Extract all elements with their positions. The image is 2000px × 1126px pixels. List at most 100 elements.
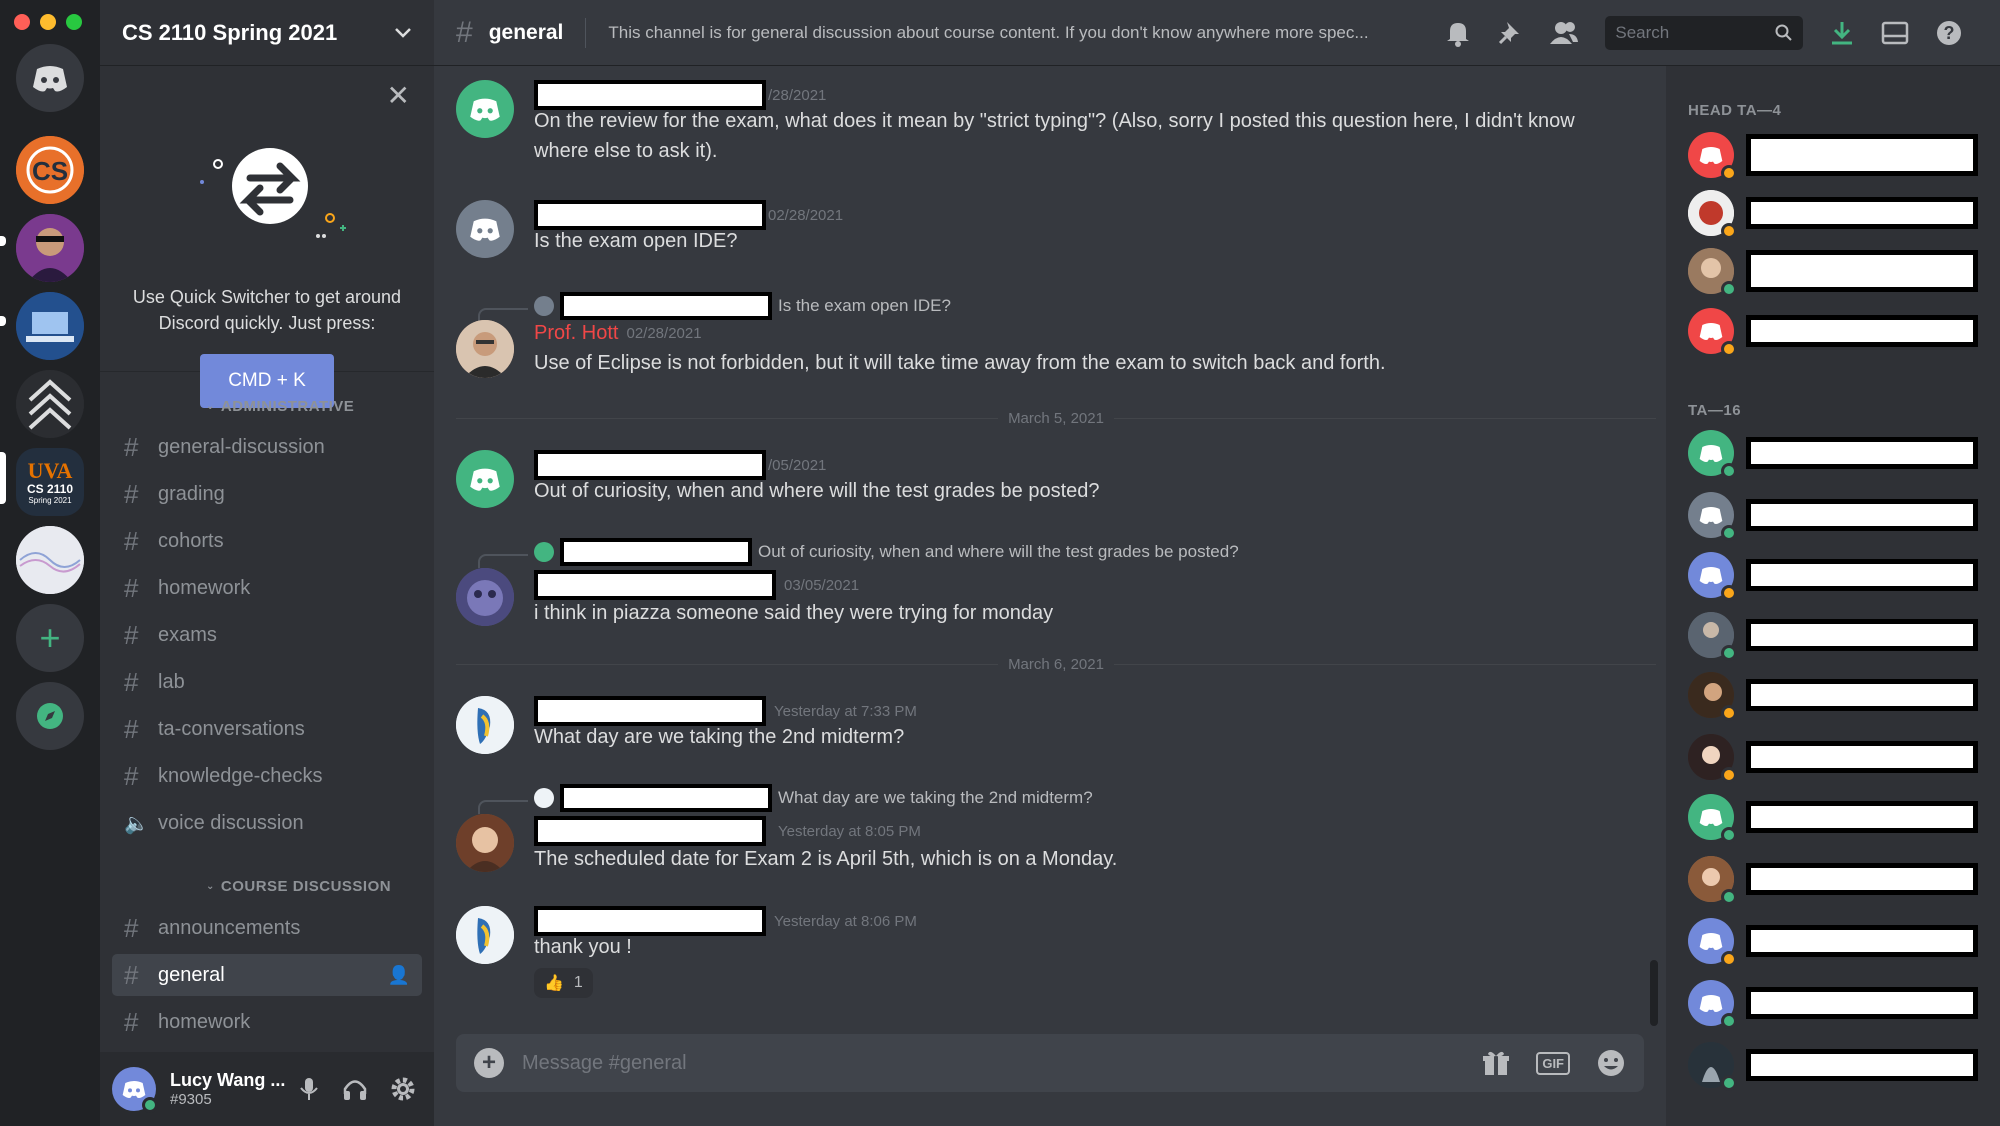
author-avatar[interactable] [456,450,514,508]
close-icon[interactable]: ✕ [387,82,410,110]
idle-status-dot [1721,223,1737,239]
emoji-icon[interactable] [1596,1048,1626,1078]
server-icon-laptop[interactable] [16,292,84,360]
reply-preview[interactable]: Out of curiosity, when and where will th… [534,538,1239,566]
channel-topic[interactable]: This channel is for general discussion a… [608,23,1423,43]
search-input[interactable]: Search [1605,15,1804,50]
redacted-member-name [1746,863,1978,895]
server-icon-uva[interactable]: UVA CS 2110 Spring 2021 [16,448,84,516]
explore-servers-button[interactable] [16,682,84,750]
gear-icon[interactable] [390,1076,416,1102]
message-composer: + GIF [456,1034,1644,1092]
close-window-button[interactable] [14,14,30,30]
message-timestamp: Yesterday at 8:05 PM [778,822,921,840]
minimize-window-button[interactable] [40,14,56,30]
server-header[interactable]: CS 2110 Spring 2021 [100,0,434,66]
member-avatar [1688,552,1737,601]
category-course-discussion[interactable]: ⌄ COURSE DISCUSSION [206,878,391,895]
member-item[interactable] [1688,246,1988,297]
member-item[interactable] [1688,490,1988,541]
author-avatar[interactable] [456,80,514,138]
member-item[interactable] [1688,130,1988,181]
add-server-button[interactable]: + [16,604,84,672]
author-avatar[interactable] [456,814,514,872]
channel-general[interactable]: # general 👤 [112,954,422,996]
hash-icon: # [124,959,139,990]
gif-button[interactable]: GIF [1536,1051,1570,1075]
hash-icon: # [124,912,139,943]
reply-preview[interactable]: Is the exam open IDE? [534,292,951,320]
member-avatar [1688,492,1737,541]
member-item[interactable] [1688,550,1988,601]
member-item[interactable] [1688,188,1988,239]
gift-icon[interactable] [1482,1049,1510,1077]
help-icon[interactable]: ? [1935,19,1963,47]
channel-knowledge-checks[interactable]: # knowledge-checks [112,755,422,797]
reply-text: Out of curiosity, when and where will th… [758,542,1239,561]
discord-logo-icon [1699,567,1723,584]
hash-icon: # [124,525,139,556]
member-item[interactable] [1688,1040,1988,1091]
author-avatar[interactable] [456,200,514,258]
channel-exams[interactable]: # exams [112,614,422,656]
zoom-window-button[interactable] [66,14,82,30]
user-avatar[interactable] [112,1067,158,1113]
online-status-dot [1721,525,1737,541]
author-avatar[interactable] [456,906,514,964]
member-item[interactable] [1688,428,1988,479]
server-icon-pattern[interactable] [16,526,84,594]
discord-logo-icon [470,468,500,491]
scrollbar[interactable] [1650,960,1658,1026]
server-icon-chevrons[interactable] [16,370,84,438]
member-item[interactable] [1688,610,1988,661]
members-icon[interactable] [1549,20,1579,46]
author-avatar[interactable] [456,568,514,626]
reaction-thumbs-up[interactable]: 👍 1 [534,968,593,998]
chevron-down-icon: ⌄ [206,881,215,892]
member-item[interactable] [1688,854,1988,905]
author-name[interactable]: Prof. Hott [534,322,618,345]
bell-icon[interactable] [1445,19,1471,47]
member-item[interactable] [1688,306,1988,357]
channel-ta-conversations[interactable]: # ta-conversations [112,708,422,750]
member-item[interactable] [1688,978,1988,1029]
message-text: What day are we taking the 2nd midterm? [534,726,905,748]
channel-voice-discussion[interactable]: 🔈 voice discussion [112,802,422,844]
server-icon-avatar[interactable] [16,214,84,282]
upload-plus-button[interactable]: + [474,1048,504,1078]
channel-lab[interactable]: # lab [112,661,422,703]
author-avatar[interactable] [456,696,514,754]
member-item[interactable] [1688,732,1988,783]
message-text: Is the exam open IDE? [534,230,738,252]
reply-preview[interactable]: What day are we taking the 2nd midterm? [534,784,1093,812]
microphone-icon[interactable] [298,1076,320,1102]
user-panel: Lucy Wang ... #9305 [100,1052,434,1126]
server-icon-cs[interactable]: CS [16,136,84,204]
inbox-icon[interactable] [1881,20,1909,46]
message-timestamp: /05/2021 [768,456,827,474]
online-status-dot [1721,281,1737,297]
day-separator: March 5, 2021 [456,410,1656,427]
hash-icon: # [124,1006,139,1037]
download-icon[interactable] [1829,19,1855,47]
search-placeholder: Search [1615,22,1670,42]
channel-general-discussion[interactable]: # general-discussion [112,426,422,468]
member-item[interactable] [1688,670,1988,721]
member-item[interactable] [1688,916,1988,967]
home-button[interactable] [16,44,84,112]
message: 02/28/2021 Is the exam open IDE? [456,200,1656,280]
channel-announcements[interactable]: # announcements [112,907,422,949]
pin-icon[interactable] [1497,19,1523,47]
author-avatar[interactable] [456,320,514,378]
channel-homework-2[interactable]: # homework [112,1001,422,1043]
message-input[interactable] [522,1051,1483,1075]
channel-homework[interactable]: # homework [112,567,422,609]
invite-member-icon[interactable]: 👤 [388,965,410,986]
channel-grading[interactable]: # grading [112,473,422,515]
member-avatar [1688,1042,1737,1091]
channel-cohorts[interactable]: # cohorts [112,520,422,562]
unread-indicator [0,316,6,326]
member-item[interactable] [1688,792,1988,843]
category-administrative[interactable]: ⌄ ADMINISTRATIVE [206,398,354,415]
headphones-icon[interactable] [342,1076,368,1102]
